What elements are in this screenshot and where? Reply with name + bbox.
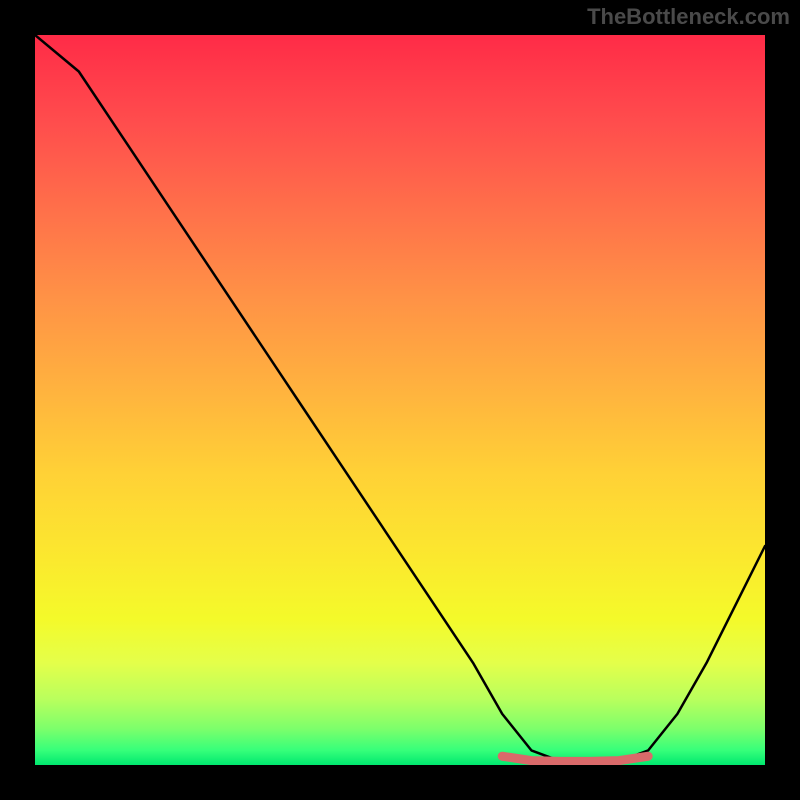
bottleneck-curve-line [35, 35, 765, 761]
chart-plot-area [35, 35, 765, 765]
watermark-text: TheBottleneck.com [587, 4, 790, 30]
chart-svg [35, 35, 765, 765]
bottleneck-highlight-line [502, 756, 648, 761]
